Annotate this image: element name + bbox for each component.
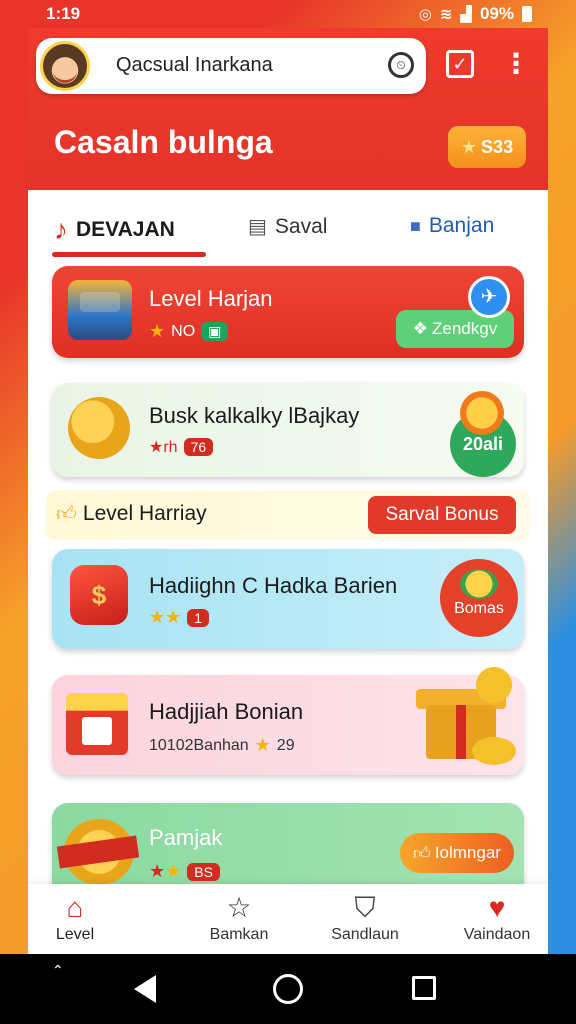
bonus-circle-button[interactable]: Bomas bbox=[440, 559, 518, 637]
tab-label: Banjan bbox=[428, 214, 495, 237]
treasure-gift-illustration bbox=[416, 661, 520, 771]
card-title: Hadjjiah Bonian bbox=[149, 699, 304, 724]
count-badge: 1 bbox=[187, 608, 210, 627]
bag-icon: ■ bbox=[410, 215, 421, 236]
gift-box-icon bbox=[66, 693, 128, 755]
card-action-label: Iolmngar bbox=[434, 843, 501, 862]
card-title: Hadiighn C Hadka Barien bbox=[149, 573, 398, 598]
bonus-button[interactable]: Sarval Bonus bbox=[368, 496, 516, 534]
checkbox-icon: ✓ bbox=[446, 50, 474, 78]
banner-label: 👍︎ Level Harriay bbox=[56, 502, 207, 526]
card-hadiighn[interactable]: $ Hadiighn C Hadka Barien ★★ 1 Bomas bbox=[52, 549, 524, 649]
home-icon: ⌂ bbox=[66, 892, 84, 923]
tab-banjan[interactable]: ■ Banjan bbox=[410, 214, 494, 238]
back-icon[interactable] bbox=[134, 975, 156, 1003]
recents-icon[interactable] bbox=[412, 976, 436, 1000]
machine-illustration bbox=[68, 280, 132, 340]
nav-item-sandlaun[interactable]: ⛉ Sandlaun bbox=[310, 890, 420, 944]
wifi-icon: ≋ bbox=[439, 6, 453, 23]
search-text[interactable]: Qacsual Inarkana bbox=[116, 54, 273, 77]
thumbs-up-icon: 👍︎ bbox=[56, 503, 77, 525]
app-window: Qacsual Inarkana ⏲ ✓ ⋮ Casaln bulnga ★ S… bbox=[28, 28, 548, 954]
card-level-harjan[interactable]: Level Harjan ★ NO ▣ ❖ Zendkgv ✈ bbox=[52, 266, 524, 358]
card-title: Busk kalkalky lBajkay bbox=[149, 403, 360, 428]
status-bar: 1:19 ◎ ≋ ▟ 09% bbox=[0, 0, 576, 28]
star-outline-icon: ☆ bbox=[226, 892, 252, 923]
checklist-button[interactable]: ✓ bbox=[442, 46, 478, 82]
reward-coin-label: 20ali bbox=[462, 434, 504, 454]
card-busk[interactable]: Busk kalkalky lBajkay ★rh 76 20ali bbox=[52, 383, 524, 477]
battery-percent: 09% bbox=[479, 4, 514, 23]
tab-label: Saval bbox=[274, 214, 328, 238]
card-meta: ★★ 1 bbox=[149, 607, 210, 628]
bottom-nav: ⌂ Level ☆ Bamkan ⛉ Sandlaun ♥ Vaindaon bbox=[28, 884, 548, 954]
money-bag-icon: $ bbox=[70, 565, 128, 625]
home-button-icon[interactable] bbox=[273, 974, 303, 1004]
nav-label: Sandlaun bbox=[331, 926, 399, 943]
card-meta: ★ NO ▣ bbox=[149, 321, 229, 342]
nav-label: Bamkan bbox=[209, 926, 269, 943]
card-hadjjiah[interactable]: Hadjjiah Bonian 10102Banhan ★ 29 bbox=[52, 661, 524, 775]
keyboard-icon[interactable]: ⌃ bbox=[52, 962, 64, 979]
coin-star-icon: ★ bbox=[460, 136, 478, 157]
page-title: Casaln bulnga bbox=[54, 124, 273, 160]
bird-icon[interactable]: ✈ bbox=[468, 276, 510, 318]
nav-item-level[interactable]: ⌂ Level bbox=[28, 890, 130, 944]
tab-label: DEVAJAN bbox=[76, 218, 175, 241]
status-icons: ◎ ≋ ▟ 09% bbox=[419, 4, 532, 24]
card-meta: 10102Banhan ★ 29 bbox=[149, 735, 295, 756]
card-action-button[interactable]: 👍︎ Iolmngar bbox=[400, 833, 514, 873]
star-icon: ★ bbox=[149, 321, 166, 341]
nav-label: Vaindaon bbox=[463, 926, 531, 943]
card-meta-prefix: ★rh bbox=[149, 439, 178, 456]
banner-text: Level Harriay bbox=[82, 502, 207, 525]
card-meta: ★rh 76 bbox=[149, 437, 214, 457]
status-badge: ▣ bbox=[201, 322, 229, 341]
count-badge: 76 bbox=[183, 438, 214, 456]
nav-item-vaindaon[interactable]: ♥ Vaindaon bbox=[442, 890, 548, 944]
signal-icon: ▟ bbox=[460, 6, 472, 23]
music-note-icon: ♪ bbox=[54, 214, 68, 245]
more-options-icon[interactable]: ⋮ bbox=[498, 46, 534, 82]
active-tab-indicator bbox=[52, 252, 206, 257]
heart-icon: ♥ bbox=[488, 892, 506, 923]
star-rating-icon: ★★ bbox=[149, 861, 182, 881]
coin-badge-value: S33 bbox=[481, 136, 514, 157]
battery-icon bbox=[522, 6, 532, 22]
count-badge: BS bbox=[187, 862, 220, 881]
thumbs-up-icon: 👍︎ bbox=[413, 843, 431, 863]
card-meta: ★★ BS bbox=[149, 861, 220, 882]
nav-label: Level bbox=[55, 926, 95, 943]
coin-medal-illustration bbox=[64, 819, 134, 885]
level-banner: 👍︎ Level Harriay Sarval Bonus bbox=[46, 490, 530, 540]
reward-coin[interactable]: 20ali bbox=[450, 391, 516, 477]
tab-devajan[interactable]: ♪ DEVAJAN bbox=[54, 214, 175, 246]
voice-search-icon[interactable]: ⏲ bbox=[388, 52, 414, 78]
card-meta-text: NO bbox=[171, 322, 196, 340]
card-meta-value: 29 bbox=[276, 736, 295, 754]
search-bar[interactable]: Qacsual Inarkana ⏲ bbox=[36, 38, 426, 94]
card-meta-prefix: 10102Banhan bbox=[149, 736, 249, 754]
coin-bag-illustration bbox=[68, 397, 130, 459]
tab-saval[interactable]: ▤ Saval bbox=[248, 214, 327, 239]
coin-badge[interactable]: ★ S33 bbox=[448, 126, 526, 168]
tab-bar: ♪ DEVAJAN ▤ Saval ■ Banjan bbox=[28, 190, 548, 260]
star-rating-icon: ★★ bbox=[149, 607, 182, 627]
status-time: 1:19 bbox=[46, 4, 81, 23]
card-title: Pamjak bbox=[149, 825, 223, 850]
clipboard-icon: ▤ bbox=[248, 216, 267, 238]
bonus-circle-label: Bomas bbox=[454, 600, 504, 617]
trophy-icon: ⛉ bbox=[354, 892, 376, 923]
avatar[interactable] bbox=[40, 41, 90, 91]
star-icon: ★ bbox=[254, 735, 271, 755]
nav-item-bamkan[interactable]: ☆ Bamkan bbox=[184, 890, 294, 944]
system-nav-bar: ⌃ bbox=[0, 954, 576, 1024]
card-action-label: Zendkgv bbox=[432, 319, 498, 338]
card-title: Level Harjan bbox=[149, 286, 273, 311]
leaf-icon: ❖ bbox=[412, 319, 429, 338]
alarm-icon: ◎ bbox=[418, 6, 432, 23]
header: Qacsual Inarkana ⏲ ✓ ⋮ Casaln bulnga ★ S… bbox=[28, 28, 548, 190]
